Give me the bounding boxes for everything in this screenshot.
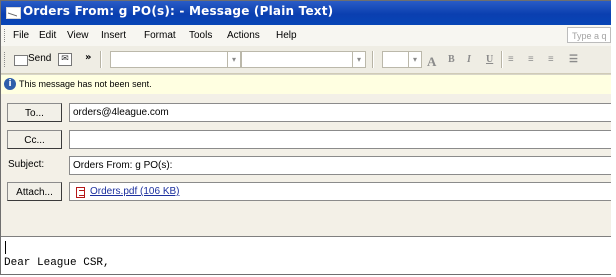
not-sent-notice: This message has not been sent. (19, 79, 152, 89)
send-label: Send (28, 53, 52, 64)
toolbar-separator (372, 51, 373, 68)
attachment-link[interactable]: Orders.pdf (106 KB) (90, 183, 179, 200)
window-titlebar[interactable]: Orders From: g PO(s): - Message (Plain T… (1, 1, 611, 25)
attach-button[interactable]: Attach... (7, 182, 62, 201)
menu-format[interactable]: Format (144, 30, 176, 41)
chevron-down-icon: ▾ (352, 52, 365, 67)
toolbar-separator (100, 51, 101, 68)
bullets-icon[interactable]: ☰ (569, 54, 578, 65)
standard-toolbar: Send ✉ » ▾ ▾ ▾ A B I U ≡ ≡ ≡ ☰ (1, 46, 611, 74)
menu-bar: File Edit View Insert Format Tools Actio… (1, 25, 611, 47)
align-left-icon[interactable]: ≡ (508, 54, 514, 65)
toolbar-grip[interactable] (4, 52, 8, 67)
text-cursor (5, 241, 6, 254)
align-right-icon[interactable]: ≡ (548, 54, 554, 65)
font-size-combo[interactable]: ▾ (382, 51, 422, 68)
message-body[interactable]: Dear League CSR, (1, 236, 611, 274)
type-question-input[interactable]: Type a q (567, 27, 611, 43)
toolbar-overflow-button[interactable]: » (85, 52, 91, 63)
message-window: Orders From: g PO(s): - Message (Plain T… (0, 0, 611, 275)
cc-field[interactable] (69, 130, 611, 149)
pdf-icon (76, 187, 85, 198)
message-header: To... orders@4league.com Cc... Subject: … (1, 94, 611, 241)
chevron-down-icon: ▾ (408, 52, 421, 67)
underline-icon[interactable]: U (486, 54, 493, 65)
bold-icon[interactable]: B (448, 54, 455, 65)
send-icon (14, 55, 28, 66)
cc-button[interactable]: Cc... (7, 130, 62, 149)
menu-view[interactable]: View (67, 30, 89, 41)
align-center-icon[interactable]: ≡ (528, 54, 534, 65)
body-text: Dear League CSR, (4, 257, 110, 269)
menu-tools[interactable]: Tools (189, 30, 212, 41)
info-bar: i This message has not been sent. (1, 74, 611, 95)
menu-edit[interactable]: Edit (39, 30, 56, 41)
to-button[interactable]: To... (7, 103, 62, 122)
to-field[interactable]: orders@4league.com (69, 103, 611, 122)
italic-icon[interactable]: I (467, 54, 471, 65)
menu-file[interactable]: File (13, 30, 29, 41)
envelope-icon (6, 7, 21, 19)
address-book-icon[interactable]: ✉ (58, 53, 72, 66)
menu-grip[interactable] (4, 29, 8, 42)
menu-actions[interactable]: Actions (227, 30, 260, 41)
style-combo[interactable]: ▾ (110, 51, 241, 68)
subject-field[interactable]: Orders From: g PO(s): (69, 156, 611, 175)
menu-insert[interactable]: Insert (101, 30, 126, 41)
chevron-down-icon: ▾ (227, 52, 240, 67)
window-title: Orders From: g PO(s): - Message (Plain T… (23, 4, 334, 18)
toolbar-separator (501, 51, 502, 68)
info-icon: i (4, 78, 16, 90)
menu-help[interactable]: Help (276, 30, 297, 41)
font-color-icon[interactable]: A (427, 54, 436, 70)
attachment-field[interactable]: Orders.pdf (106 KB) (69, 182, 611, 201)
font-combo[interactable]: ▾ (241, 51, 366, 68)
subject-label: Subject: (8, 159, 45, 170)
